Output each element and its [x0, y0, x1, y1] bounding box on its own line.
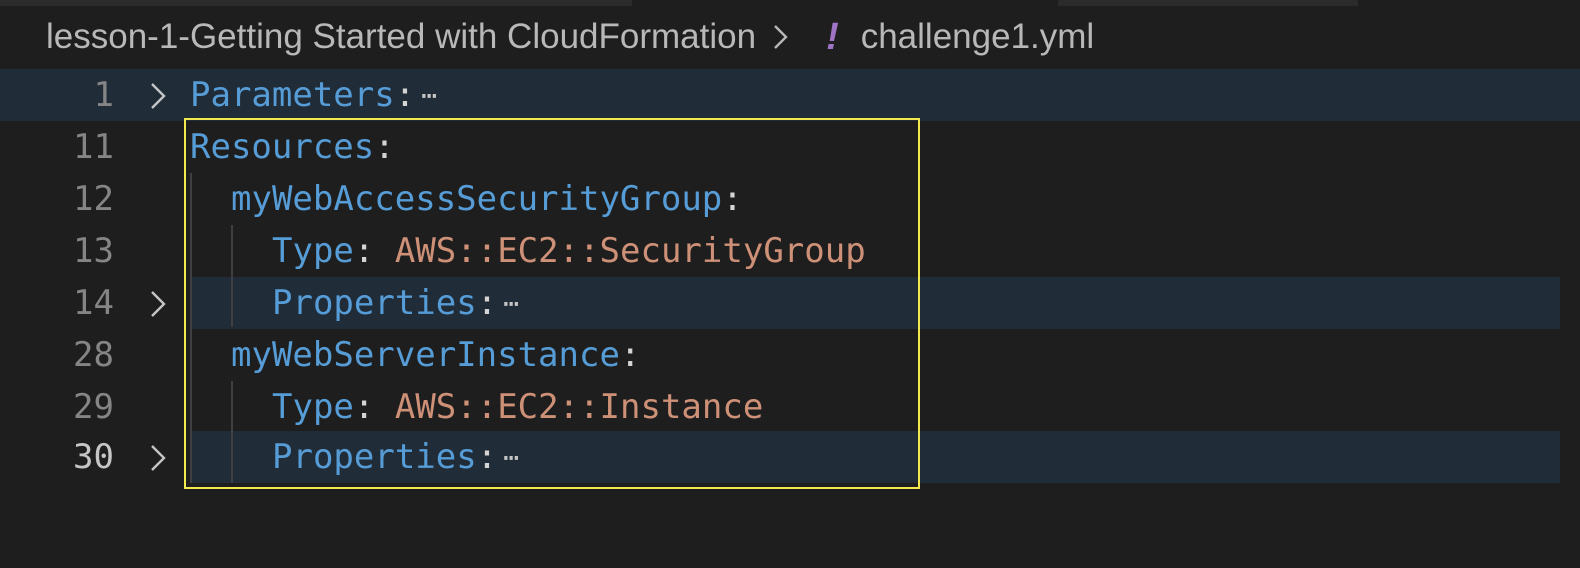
code-text: myWebServerInstance: — [231, 329, 640, 381]
yaml-key: Resources — [190, 127, 375, 167]
fold-chevron-icon[interactable] — [146, 441, 170, 475]
chevron-right-icon — [772, 22, 790, 52]
editor-tab-strip — [0, 0, 1580, 6]
code-text: Parameters: ⋯ — [190, 69, 437, 121]
indent-guide — [190, 173, 192, 483]
tab-strip-segment — [1058, 0, 1358, 6]
yaml-key: Type — [272, 387, 354, 427]
code-text: Properties: ⋯ — [272, 277, 519, 329]
code-line[interactable]: 12 myWebAccessSecurityGroup: — [0, 173, 1580, 225]
yaml-colon: : — [619, 335, 641, 375]
code-line[interactable]: 11 Resources: — [0, 121, 1580, 173]
yaml-colon: : — [394, 75, 416, 115]
indent-guide — [231, 381, 233, 483]
yaml-key: myWebAccessSecurityGroup — [231, 179, 723, 219]
yaml-key: myWebServerInstance — [231, 335, 620, 375]
line-number: 1 — [93, 75, 114, 115]
folded-ellipsis[interactable]: ⋯ — [421, 81, 437, 111]
yaml-colon: : — [374, 127, 395, 167]
line-number: 29 — [73, 387, 114, 427]
breadcrumb-file[interactable]: challenge1.yml — [861, 17, 1094, 57]
code-text: Type: AWS::EC2::SecurityGroup — [272, 225, 866, 277]
code-line[interactable]: 1 Parameters: ⋯ — [0, 69, 1580, 121]
yaml-value: AWS::EC2::Instance — [394, 387, 764, 427]
code-text: Properties: ⋯ — [272, 431, 519, 483]
folded-ellipsis[interactable]: ⋯ — [503, 443, 519, 473]
code-text: Type: AWS::EC2::Instance — [272, 381, 763, 433]
code-line[interactable]: 28 myWebServerInstance: — [0, 329, 1580, 381]
tab-strip-gap — [632, 0, 636, 6]
yaml-colon: : — [353, 387, 375, 427]
yaml-colon: : — [722, 179, 743, 219]
fold-chevron-icon[interactable] — [146, 79, 170, 113]
line-number: 13 — [73, 231, 114, 271]
indent-guide — [231, 225, 233, 327]
fold-chevron-icon[interactable] — [146, 287, 170, 321]
yaml-key: Properties — [272, 283, 477, 323]
code-line[interactable]: 29 Type: AWS::EC2::Instance — [0, 381, 1580, 433]
line-number: 12 — [73, 179, 114, 219]
folded-ellipsis[interactable]: ⋯ — [503, 289, 519, 319]
code-line[interactable]: 13 Type: AWS::EC2::SecurityGroup — [0, 225, 1580, 277]
yaml-colon: : — [476, 283, 498, 323]
yaml-key: Type — [272, 231, 354, 271]
yaml-value: AWS::EC2::SecurityGroup — [394, 231, 866, 271]
tab-strip-segment — [0, 0, 632, 6]
code-line-active[interactable]: 30 Properties: ⋯ — [0, 431, 1580, 483]
yaml-key: Properties — [272, 437, 477, 477]
line-number: 28 — [73, 335, 114, 375]
breadcrumb: lesson-1-Getting Started with CloudForma… — [46, 14, 1094, 60]
line-number: 30 — [73, 437, 114, 477]
yaml-colon: : — [353, 231, 375, 271]
breadcrumb-folder[interactable]: lesson-1-Getting Started with CloudForma… — [46, 17, 756, 57]
yaml-key: Parameters — [190, 75, 395, 115]
line-number: 11 — [73, 127, 114, 167]
line-number: 14 — [73, 283, 114, 323]
yaml-file-icon: ! — [826, 15, 839, 58]
code-text: myWebAccessSecurityGroup: — [231, 173, 743, 225]
code-text: Resources: — [190, 121, 395, 173]
code-line[interactable]: 14 Properties: ⋯ — [0, 277, 1580, 329]
yaml-colon: : — [476, 437, 498, 477]
